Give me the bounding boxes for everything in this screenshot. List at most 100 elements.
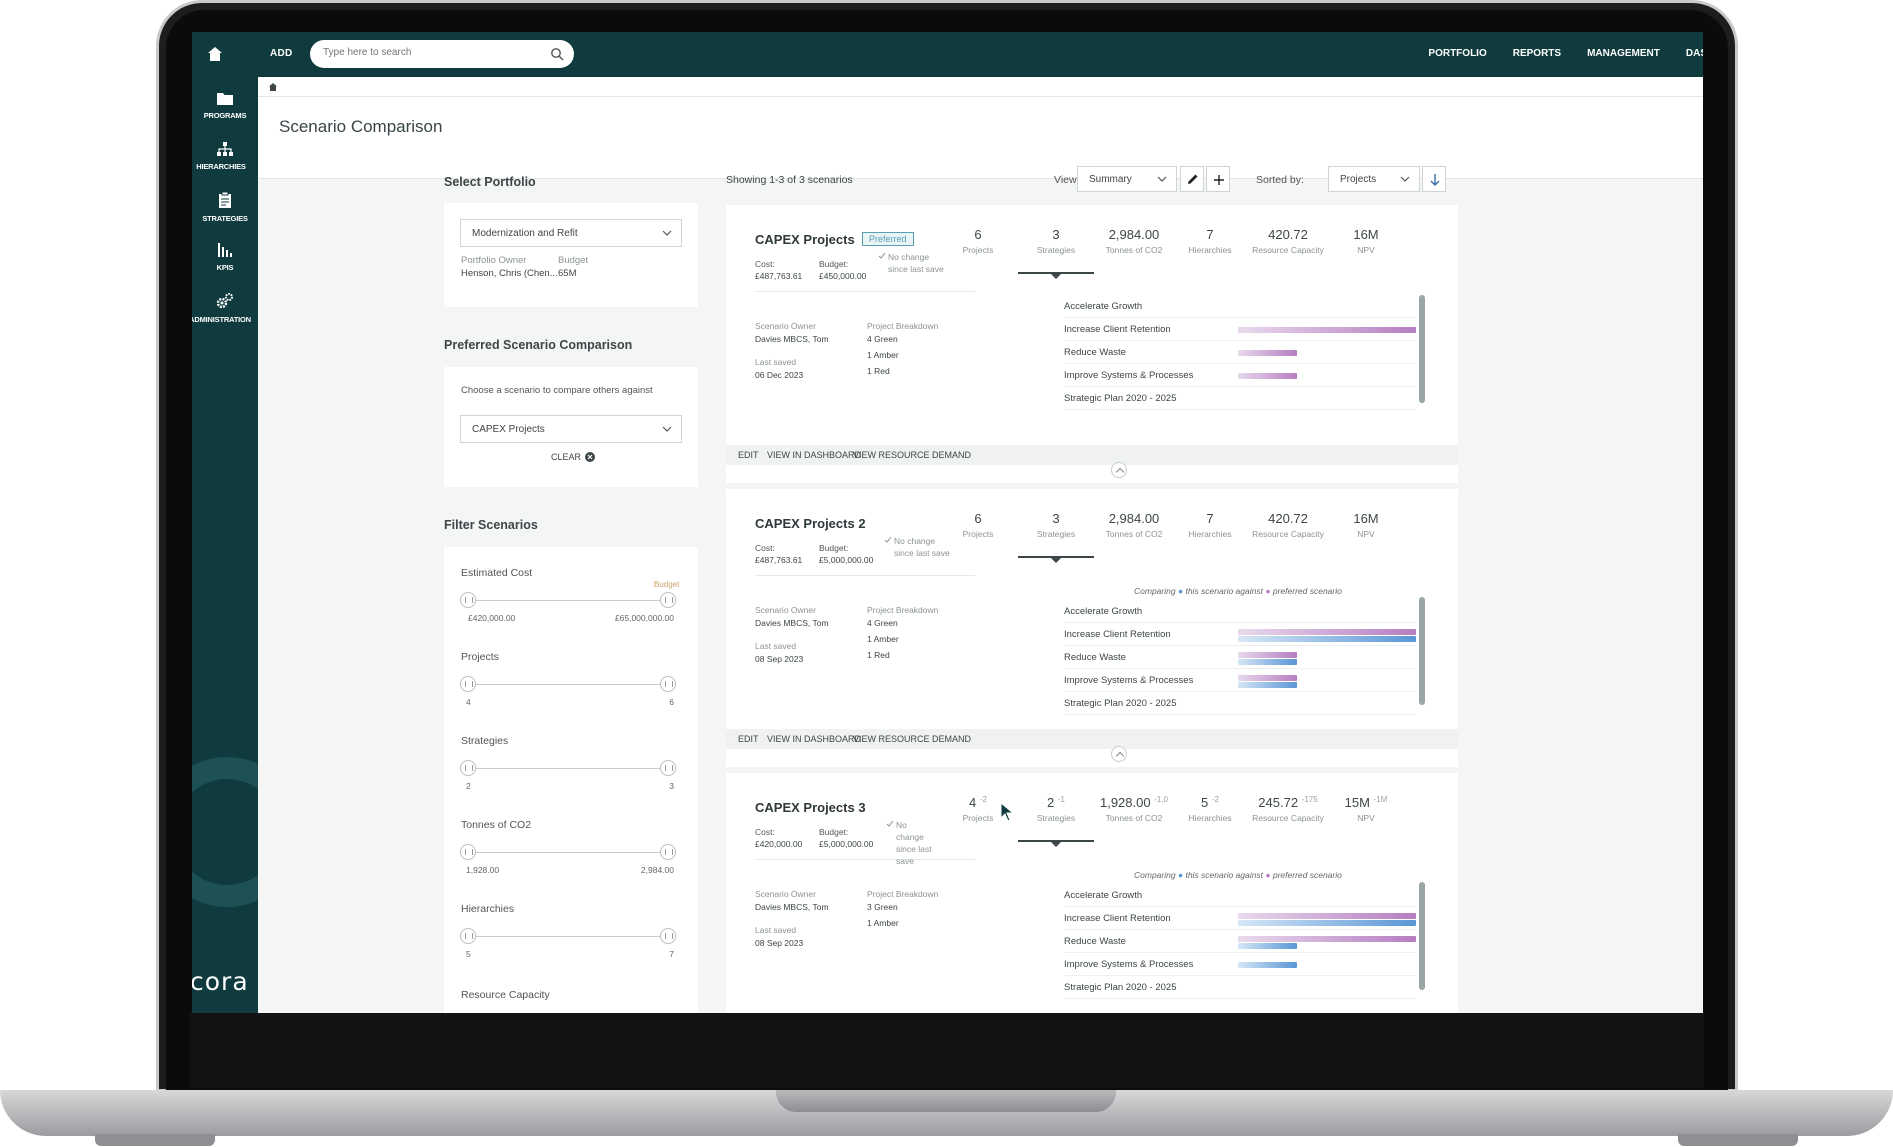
- clear-button[interactable]: CLEAR: [551, 452, 596, 462]
- kpi-tile[interactable]: 7 Hierarchies: [1171, 227, 1249, 255]
- hierarchy-icon: [217, 142, 233, 156]
- current-strategy-bar: [1238, 682, 1297, 688]
- sort-direction-button[interactable]: [1422, 166, 1446, 192]
- sidebar: PROGRAMS HIERARCHIES STRATEGIES KPIS ADM…: [192, 77, 258, 1013]
- sidebar-item-kpis[interactable]: KPIS: [192, 243, 258, 272]
- kpi-tile[interactable]: 5 -2 Hierarchies: [1171, 795, 1249, 823]
- nav-reports[interactable]: REPORTS: [1513, 48, 1561, 59]
- kpi-tile[interactable]: 2,984.00 Tonnes of CO2: [1095, 511, 1173, 539]
- home-icon[interactable]: [206, 45, 224, 63]
- strategy-row: Reduce Waste: [1064, 931, 1416, 953]
- slider-min-handle[interactable]: [460, 760, 476, 776]
- slider-max-handle[interactable]: [660, 928, 676, 944]
- add-link[interactable]: ADD: [270, 48, 293, 59]
- search-input[interactable]: [323, 47, 543, 58]
- home-icon[interactable]: [268, 82, 278, 92]
- strategy-scrollbar[interactable]: [1419, 295, 1425, 403]
- kpi-tile[interactable]: 2,984.00 Tonnes of CO2: [1095, 227, 1173, 255]
- sort-select[interactable]: Projects: [1328, 166, 1420, 192]
- view-resource-demand-link[interactable]: VIEW RESOURCE DEMAND: [853, 450, 971, 460]
- kpi-tile[interactable]: 6 Projects: [939, 511, 1017, 539]
- scenario-title[interactable]: CAPEX Projects 2: [755, 516, 866, 531]
- slider-max-handle[interactable]: [660, 760, 676, 776]
- legend-preferred-scenario: preferred scenario: [1272, 586, 1342, 596]
- kpi-tile[interactable]: 7 Hierarchies: [1171, 511, 1249, 539]
- kpi-label: Strategies: [1036, 813, 1076, 823]
- slider-min-handle[interactable]: [460, 676, 476, 692]
- edit-link[interactable]: EDIT: [738, 734, 759, 744]
- last-saved-value: 08 Sep 2023: [755, 654, 804, 664]
- strategy-row: Reduce Waste: [1064, 342, 1416, 364]
- legend-dot-current: ●: [1177, 586, 1184, 596]
- strategy-name: Increase Client Retention: [1064, 913, 1171, 924]
- sidebar-item-administration[interactable]: ADMINISTRATION: [192, 293, 258, 324]
- sidebar-item-programs[interactable]: PROGRAMS: [192, 91, 258, 120]
- slider-max-handle[interactable]: [660, 592, 676, 608]
- kpi-tile[interactable]: 1,928.00 -1,0 Tonnes of CO2: [1095, 795, 1173, 823]
- slider-min-value: £420,000.00: [468, 613, 516, 623]
- cost-value: £487,763.61: [755, 271, 803, 281]
- collapse-card-button[interactable]: [1111, 746, 1127, 762]
- slider-track[interactable]: [468, 768, 668, 769]
- strategy-row: Improve Systems & Processes: [1064, 670, 1416, 692]
- breakdown-item: 3 Green: [867, 902, 898, 912]
- kpi-tile[interactable]: 245.72 -175 Resource Capacity: [1249, 795, 1327, 823]
- add-view-button[interactable]: [1206, 166, 1230, 192]
- slider-track[interactable]: [468, 852, 668, 853]
- kpi-tile[interactable]: 16M NPV: [1327, 227, 1405, 255]
- kpi-tile[interactable]: 16M NPV: [1327, 511, 1405, 539]
- laptop-foot: [1678, 1134, 1798, 1146]
- nav-dashboard[interactable]: DAS: [1686, 48, 1703, 59]
- plus-icon: [1214, 175, 1224, 185]
- sidebar-item-label: STRATEGIES: [202, 214, 248, 223]
- kpi-value: 6: [974, 511, 982, 526]
- sidebar-item-strategies[interactable]: STRATEGIES: [192, 192, 258, 223]
- slider-track[interactable]: [468, 936, 668, 937]
- strategy-row: Accelerate Growth: [1064, 296, 1416, 318]
- slider-min-handle[interactable]: [460, 592, 476, 608]
- search-icon[interactable]: [550, 47, 564, 61]
- kpi-tile[interactable]: 6 Projects: [939, 227, 1017, 255]
- slider-min-handle[interactable]: [460, 928, 476, 944]
- kpi-tile[interactable]: 3 Strategies: [1017, 227, 1095, 255]
- slider-track[interactable]: [468, 684, 668, 685]
- sidebar-item-label: PROGRAMS: [203, 111, 247, 120]
- nav-management[interactable]: MANAGEMENT: [1587, 48, 1660, 59]
- collapse-card-button[interactable]: [1111, 462, 1127, 478]
- strategy-scrollbar[interactable]: [1419, 597, 1425, 705]
- legend-dot-current: ●: [1177, 870, 1184, 880]
- kpi-tile[interactable]: 15M -1M NPV: [1327, 795, 1405, 823]
- kpi-value: 245.72: [1258, 795, 1299, 810]
- kpi-value: 1,928.00: [1099, 795, 1151, 810]
- view-dashboard-link[interactable]: VIEW IN DASHBOARD: [767, 734, 861, 744]
- preferred-strategy-bar: [1238, 350, 1297, 356]
- search-box: [310, 40, 574, 68]
- kpi-tile[interactable]: 2 -1 Strategies: [1017, 795, 1095, 823]
- edit-view-button[interactable]: [1180, 166, 1204, 192]
- slider-min-value: 1,928.00: [466, 865, 500, 875]
- kpi-value: 16M: [1353, 227, 1379, 242]
- nav-portfolio[interactable]: PORTFOLIO: [1428, 48, 1486, 59]
- kpi-value: 16M: [1353, 511, 1379, 526]
- view-select[interactable]: Summary: [1077, 166, 1177, 192]
- top-navigation-bar: ADD PORTFOLIO REPORTS MANAGEMENT DAS: [192, 32, 1703, 77]
- slider-min-handle[interactable]: [460, 844, 476, 860]
- slider-track[interactable]: [468, 600, 668, 601]
- scenario-title[interactable]: CAPEX Projects: [755, 232, 855, 247]
- strategy-row: Strategic Plan 2020 - 2025: [1064, 977, 1416, 999]
- slider-max-handle[interactable]: [660, 844, 676, 860]
- edit-link[interactable]: EDIT: [738, 450, 759, 460]
- view-dashboard-link[interactable]: VIEW IN DASHBOARD: [767, 450, 861, 460]
- kpi-value: 3: [1052, 511, 1060, 526]
- kpi-tile[interactable]: 420.72 Resource Capacity: [1249, 511, 1327, 539]
- portfolio-select[interactable]: Modernization and Refit: [460, 219, 682, 247]
- slider-max-handle[interactable]: [660, 676, 676, 692]
- strategy-scrollbar[interactable]: [1419, 882, 1425, 990]
- preferred-scenario-select[interactable]: CAPEX Projects: [460, 415, 682, 443]
- kpi-tile[interactable]: 3 Strategies: [1017, 511, 1095, 539]
- scenario-owner-label: Scenario Owner: [755, 889, 816, 899]
- kpi-tile[interactable]: 420.72 Resource Capacity: [1249, 227, 1327, 255]
- sidebar-item-hierarchies[interactable]: HIERARCHIES: [192, 142, 258, 171]
- view-resource-demand-link[interactable]: VIEW RESOURCE DEMAND: [853, 734, 971, 744]
- scenario-title[interactable]: CAPEX Projects 3: [755, 800, 866, 815]
